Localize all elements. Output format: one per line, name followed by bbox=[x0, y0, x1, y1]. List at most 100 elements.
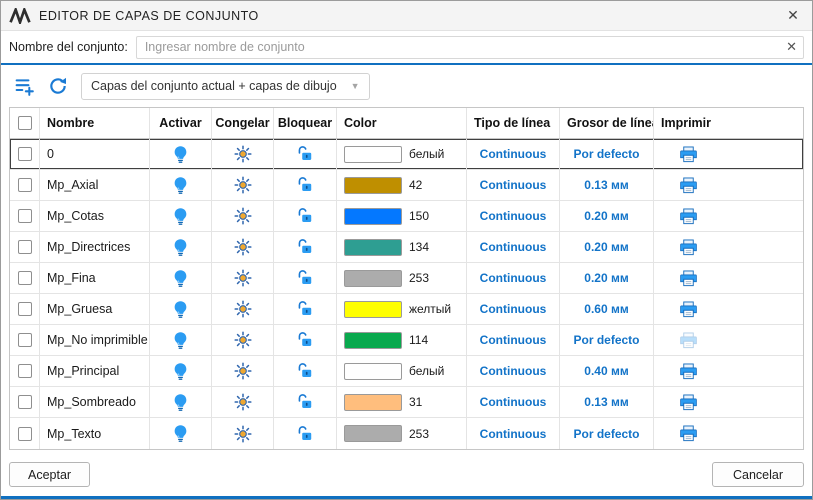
table-row[interactable]: Mp_Fina bbox=[10, 263, 803, 294]
row-checkbox[interactable] bbox=[18, 395, 32, 409]
linetype-link[interactable]: Continuous bbox=[480, 178, 547, 192]
lineweight-link[interactable]: 0.20 мм bbox=[584, 271, 628, 285]
bulb-on-icon[interactable] bbox=[173, 269, 188, 288]
unlock-icon[interactable] bbox=[296, 145, 314, 163]
bulb-on-icon[interactable] bbox=[173, 176, 188, 195]
lineweight-link[interactable]: 0.60 мм bbox=[584, 302, 628, 316]
printer-icon[interactable] bbox=[679, 424, 698, 443]
row-checkbox[interactable] bbox=[18, 178, 32, 192]
color-swatch[interactable] bbox=[344, 270, 402, 287]
unlock-icon[interactable] bbox=[296, 425, 314, 443]
unlock-icon[interactable] bbox=[296, 176, 314, 194]
color-swatch[interactable] bbox=[344, 146, 402, 163]
layer-name-cell[interactable]: 0 bbox=[40, 139, 150, 169]
printer-icon[interactable] bbox=[679, 362, 698, 381]
sun-icon[interactable] bbox=[234, 269, 252, 287]
linetype-link[interactable]: Continuous bbox=[480, 240, 547, 254]
row-checkbox[interactable] bbox=[18, 333, 32, 347]
color-swatch[interactable] bbox=[344, 363, 402, 380]
layer-name-cell[interactable]: Mp_Gruesa bbox=[40, 294, 150, 324]
layer-name-cell[interactable]: Mp_No imprimible bbox=[40, 325, 150, 355]
lineweight-link[interactable]: 0.20 мм bbox=[584, 240, 628, 254]
table-row[interactable]: Mp_Sombreado bbox=[10, 387, 803, 418]
printer-icon[interactable] bbox=[679, 269, 698, 288]
sun-icon[interactable] bbox=[234, 331, 252, 349]
unlock-icon[interactable] bbox=[296, 331, 314, 349]
layer-name-cell[interactable]: Mp_Principal bbox=[40, 356, 150, 386]
accept-button[interactable]: Aceptar bbox=[9, 462, 90, 487]
lineweight-link[interactable]: Por defecto bbox=[573, 147, 639, 161]
unlock-icon[interactable] bbox=[296, 207, 314, 225]
row-checkbox[interactable] bbox=[18, 364, 32, 378]
linetype-link[interactable]: Continuous bbox=[480, 395, 547, 409]
set-name-input[interactable] bbox=[136, 36, 804, 59]
layer-name-cell[interactable]: Mp_Texto bbox=[40, 418, 150, 449]
unlock-icon[interactable] bbox=[296, 238, 314, 256]
color-swatch[interactable] bbox=[344, 394, 402, 411]
layer-name-cell[interactable]: Mp_Sombreado bbox=[40, 387, 150, 417]
add-layer-set-button[interactable] bbox=[9, 73, 39, 100]
color-swatch[interactable] bbox=[344, 239, 402, 256]
printer-icon[interactable] bbox=[679, 393, 698, 412]
table-row[interactable]: Mp_Axial bbox=[10, 170, 803, 201]
unlock-icon[interactable] bbox=[296, 393, 314, 411]
table-row[interactable]: 0 bbox=[10, 139, 803, 170]
table-row[interactable]: Mp_Cotas bbox=[10, 201, 803, 232]
color-swatch[interactable] bbox=[344, 177, 402, 194]
sun-icon[interactable] bbox=[234, 393, 252, 411]
bulb-on-icon[interactable] bbox=[173, 145, 188, 164]
close-icon[interactable]: ✕ bbox=[778, 3, 808, 29]
layer-name-cell[interactable]: Mp_Axial bbox=[40, 170, 150, 200]
table-row[interactable]: Mp_Gruesa bbox=[10, 294, 803, 325]
layer-filter-dropdown[interactable]: Capas del conjunto actual + capas de dib… bbox=[81, 73, 370, 100]
color-swatch[interactable] bbox=[344, 332, 402, 349]
layer-name-cell[interactable]: Mp_Cotas bbox=[40, 201, 150, 231]
color-swatch[interactable] bbox=[344, 425, 402, 442]
linetype-link[interactable]: Continuous bbox=[480, 147, 547, 161]
sun-icon[interactable] bbox=[234, 300, 252, 318]
sun-icon[interactable] bbox=[234, 207, 252, 225]
lineweight-link[interactable]: Por defecto bbox=[573, 427, 639, 441]
lineweight-link[interactable]: 0.40 мм bbox=[584, 364, 628, 378]
clear-input-icon[interactable]: ✕ bbox=[786, 40, 797, 53]
row-checkbox[interactable] bbox=[18, 240, 32, 254]
linetype-link[interactable]: Continuous bbox=[480, 209, 547, 223]
linetype-link[interactable]: Continuous bbox=[480, 427, 547, 441]
color-swatch[interactable] bbox=[344, 301, 402, 318]
sun-icon[interactable] bbox=[234, 425, 252, 443]
row-checkbox[interactable] bbox=[18, 302, 32, 316]
row-checkbox[interactable] bbox=[18, 427, 32, 441]
bulb-on-icon[interactable] bbox=[173, 393, 188, 412]
unlock-icon[interactable] bbox=[296, 362, 314, 380]
lineweight-link[interactable]: 0.20 мм bbox=[584, 209, 628, 223]
printer-icon[interactable] bbox=[679, 331, 698, 350]
table-row[interactable]: Mp_No imprimible bbox=[10, 325, 803, 356]
unlock-icon[interactable] bbox=[296, 300, 314, 318]
bulb-on-icon[interactable] bbox=[173, 424, 188, 443]
select-all-checkbox[interactable] bbox=[18, 116, 32, 130]
layer-name-cell[interactable]: Mp_Directrices bbox=[40, 232, 150, 262]
printer-icon[interactable] bbox=[679, 176, 698, 195]
row-checkbox[interactable] bbox=[18, 147, 32, 161]
linetype-link[interactable]: Continuous bbox=[480, 333, 547, 347]
color-swatch[interactable] bbox=[344, 208, 402, 225]
printer-icon[interactable] bbox=[679, 145, 698, 164]
sun-icon[interactable] bbox=[234, 238, 252, 256]
lineweight-link[interactable]: Por defecto bbox=[573, 333, 639, 347]
row-checkbox[interactable] bbox=[18, 271, 32, 285]
linetype-link[interactable]: Continuous bbox=[480, 364, 547, 378]
sun-icon[interactable] bbox=[234, 362, 252, 380]
cancel-button[interactable]: Cancelar bbox=[712, 462, 804, 487]
printer-icon[interactable] bbox=[679, 207, 698, 226]
bulb-on-icon[interactable] bbox=[173, 207, 188, 226]
table-row[interactable]: Mp_Directrices bbox=[10, 232, 803, 263]
lineweight-link[interactable]: 0.13 мм bbox=[584, 178, 628, 192]
table-row[interactable]: Mp_Principal bbox=[10, 356, 803, 387]
table-row[interactable]: Mp_Texto bbox=[10, 418, 803, 449]
printer-icon[interactable] bbox=[679, 238, 698, 257]
printer-icon[interactable] bbox=[679, 300, 698, 319]
bulb-on-icon[interactable] bbox=[173, 300, 188, 319]
bulb-on-icon[interactable] bbox=[173, 362, 188, 381]
layer-name-cell[interactable]: Mp_Fina bbox=[40, 263, 150, 293]
sun-icon[interactable] bbox=[234, 176, 252, 194]
